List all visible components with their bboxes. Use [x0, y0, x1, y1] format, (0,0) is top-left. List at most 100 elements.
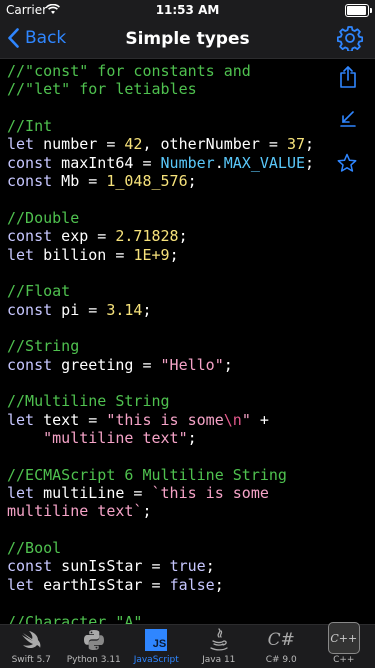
- tab-bar: Swift 5.7 Python 3.11 JS JavaScript Java…: [0, 624, 375, 668]
- code-token: ;: [188, 429, 197, 447]
- code-token: let: [7, 576, 34, 594]
- code-line: let multiLine = `this is some: [7, 484, 269, 502]
- tab-java[interactable]: Java 11: [188, 625, 251, 668]
- code-token: false: [170, 576, 215, 594]
- code-token: billion =: [34, 246, 133, 264]
- code-token: greeting =: [52, 356, 160, 374]
- code-token: 1E+9: [133, 246, 169, 264]
- code-token: earthIsStar =: [34, 576, 169, 594]
- code-line: const maxInt64 = Number.MAX_VALUE;: [7, 154, 314, 172]
- code-line: //Int: [7, 117, 52, 135]
- share-icon[interactable]: [339, 66, 357, 92]
- code-token: true: [170, 557, 206, 575]
- code-token: ;: [215, 576, 224, 594]
- code-token: MAX_VALUE: [224, 154, 305, 172]
- code-line: const Mb = 1_048_576;: [7, 172, 197, 190]
- code-line: //"const" for constants and: [7, 62, 251, 80]
- tab-label: C++: [333, 655, 354, 665]
- code-token: , otherNumber =: [142, 135, 287, 153]
- code-token: //"const" for constants and: [7, 62, 251, 80]
- code-token: pi =: [52, 301, 106, 319]
- status-bar: Carrier 11:53 AM: [0, 0, 375, 20]
- tab-cpp[interactable]: C++ C++: [313, 625, 375, 668]
- code-line: const sunIsStar = true;: [7, 557, 215, 575]
- code-token: ;: [142, 502, 151, 520]
- code-line: //Bool: [7, 539, 61, 557]
- code-line: //Character "A": [7, 613, 142, 625]
- tab-label: Python 3.11: [67, 655, 121, 665]
- code-token: ;: [179, 227, 188, 245]
- code-token: maxInt64 =: [52, 154, 160, 172]
- code-line: "multiline text";: [7, 429, 197, 447]
- code-token: ;: [170, 246, 179, 264]
- code-token: //Float: [7, 282, 70, 300]
- code-token: //Int: [7, 117, 52, 135]
- code-token: "this is some: [106, 411, 223, 429]
- code-token: ;: [142, 301, 151, 319]
- clock: 11:53 AM: [0, 3, 375, 17]
- code-token: ;: [224, 356, 233, 374]
- code-token: ": [242, 411, 251, 429]
- battery-icon: [345, 4, 369, 17]
- code-token: "multiline text": [43, 429, 188, 447]
- code-line: //String: [7, 337, 79, 355]
- cpp-badge: C++: [330, 632, 357, 645]
- tab-python[interactable]: Python 3.11: [63, 625, 126, 668]
- tab-label: JavaScript: [134, 655, 179, 665]
- code-token: [7, 429, 43, 447]
- back-button[interactable]: Back: [8, 28, 66, 48]
- code-token: //"let" for letiables: [7, 80, 197, 98]
- tab-swift[interactable]: Swift 5.7: [0, 625, 63, 668]
- code-token: let: [7, 135, 34, 153]
- battery-tip: [370, 8, 372, 13]
- star-icon[interactable]: [337, 153, 357, 177]
- code-token: const: [7, 557, 52, 575]
- code-line: let billion = 1E+9;: [7, 246, 179, 264]
- code-token: sunIsStar =: [52, 557, 169, 575]
- code-token: //Bool: [7, 539, 61, 557]
- code-token: Mb =: [52, 172, 106, 190]
- code-token: text =: [34, 411, 106, 429]
- tab-javascript[interactable]: JS JavaScript: [125, 625, 188, 668]
- code-token: let: [7, 246, 34, 264]
- code-line: let earthIsStar = false;: [7, 576, 224, 594]
- code-token: //String: [7, 337, 79, 355]
- back-label: Back: [25, 28, 66, 48]
- code-token: "Hello": [161, 356, 224, 374]
- csharp-icon: C#: [268, 627, 294, 653]
- code-token: //ECMAScript 6 Multiline String: [7, 466, 287, 484]
- swift-icon: [18, 627, 44, 653]
- code-token: number =: [34, 135, 124, 153]
- code-token: `this is some: [152, 484, 269, 502]
- gear-icon[interactable]: [337, 25, 363, 55]
- code-token: const: [7, 301, 52, 319]
- javascript-icon: JS: [143, 627, 169, 653]
- code-token: exp =: [52, 227, 115, 245]
- tab-label: Swift 5.7: [12, 655, 51, 665]
- code-token: ;: [188, 172, 197, 190]
- tab-csharp[interactable]: C# C# 9.0: [250, 625, 313, 668]
- tab-label: Java 11: [202, 655, 235, 665]
- code-line: //ECMAScript 6 Multiline String: [7, 466, 287, 484]
- collapse-icon[interactable]: [339, 110, 357, 132]
- navigation-bar: Back Simple types: [0, 20, 375, 59]
- csharp-badge: C#: [268, 630, 295, 650]
- code-view[interactable]: //"const" for constants and//"let" for l…: [0, 59, 375, 624]
- code-token: +: [251, 411, 269, 429]
- code-token: 3.14: [106, 301, 142, 319]
- code-token: const: [7, 154, 52, 172]
- code-token: Number: [161, 154, 215, 172]
- java-icon: [206, 627, 232, 653]
- code-token: 37: [287, 135, 305, 153]
- code-token: 1_048_576: [106, 172, 187, 190]
- code-token: ;: [305, 135, 314, 153]
- code-token: 2.71828: [115, 227, 178, 245]
- code-token: const: [7, 356, 52, 374]
- code-token: 42: [124, 135, 142, 153]
- code-token: multiLine =: [34, 484, 151, 502]
- javascript-badge: JS: [153, 639, 167, 651]
- code-line: const exp = 2.71828;: [7, 227, 188, 245]
- code-line: //Double: [7, 209, 79, 227]
- code-token: let: [7, 484, 34, 502]
- code-token: const: [7, 172, 52, 190]
